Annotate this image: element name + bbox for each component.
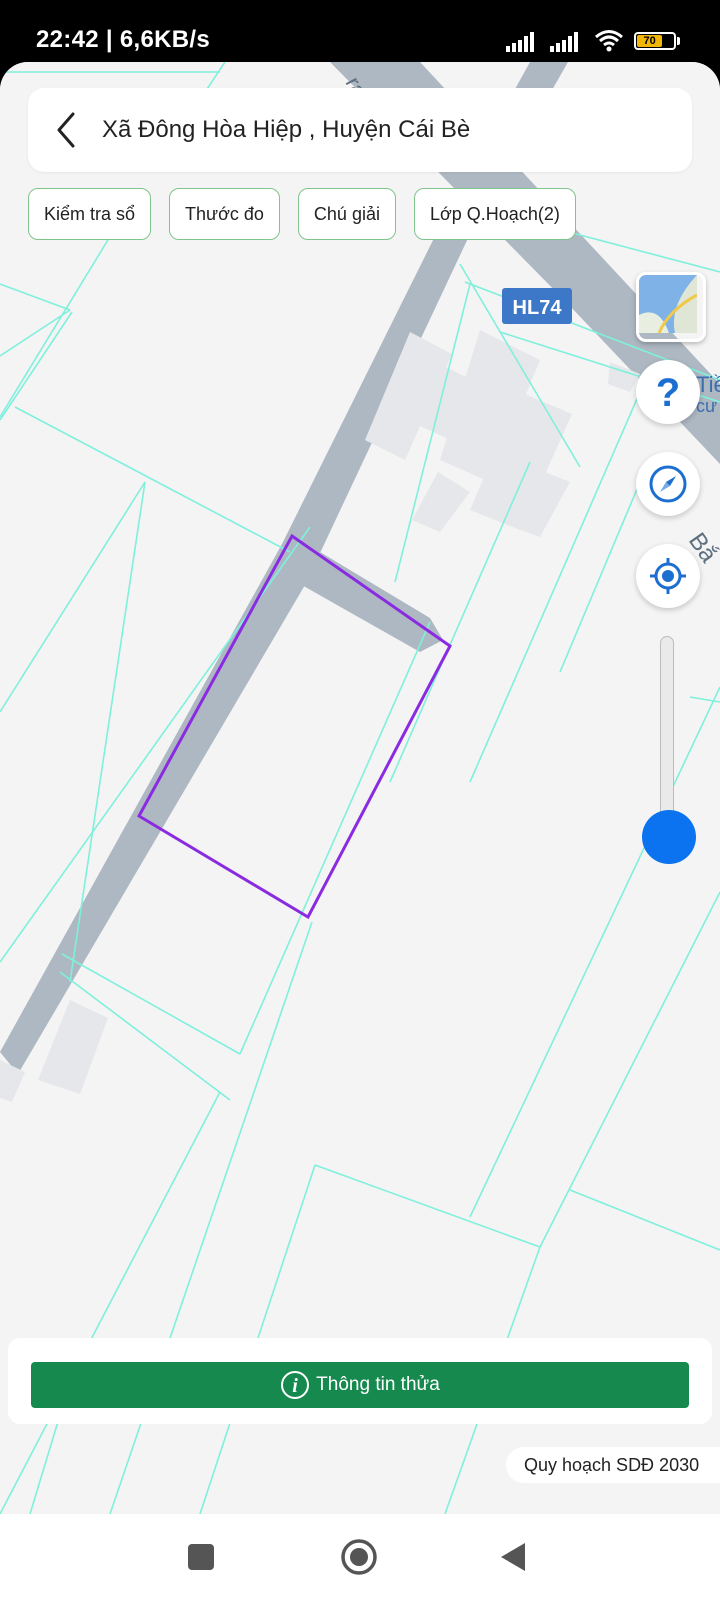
app-screen: HL74 Tiề cư Bắ ran Xã Đông Hòa Hiệp , Hu…: [0, 62, 720, 1514]
wifi-icon: [595, 30, 623, 52]
svg-text:i: i: [292, 1375, 298, 1397]
system-nav-bar: [0, 1514, 720, 1600]
planning-layer-chip[interactable]: Lớp Q.Hoạch(2): [413, 188, 576, 240]
measure-chip[interactable]: Thước đo: [169, 188, 280, 240]
info-icon: i: [281, 1371, 310, 1399]
road-shield-badge: HL74: [502, 288, 572, 324]
help-button[interactable]: ?: [636, 360, 700, 424]
zoom-slider-track[interactable]: [660, 636, 674, 836]
header-bar: Xã Đông Hòa Hiệp , Huyện Cái Bè: [28, 88, 692, 172]
locate-icon: [650, 558, 686, 594]
status-icons: 70: [506, 26, 680, 56]
signal-icon-2: [550, 32, 578, 52]
home-circle-icon: [341, 1539, 377, 1575]
planning-badge[interactable]: Quy hoạch SDĐ 2030: [506, 1447, 720, 1483]
zoom-slider-handle[interactable]: [642, 810, 696, 864]
triangle-back-icon: [501, 1543, 525, 1571]
battery-icon: 70: [634, 32, 680, 50]
square-icon: [188, 1544, 214, 1570]
road-shield-label: HL74: [513, 297, 563, 319]
bottom-panel: i Thông tin thửa: [8, 1338, 712, 1424]
compass-button[interactable]: [636, 452, 700, 516]
map-view[interactable]: HL74 Tiề cư Bắ ran: [0, 62, 720, 1514]
parcel-info-label: Thông tin thửa: [316, 1374, 440, 1395]
question-icon: ?: [656, 372, 680, 412]
battery-level: 70: [637, 35, 663, 47]
locate-button[interactable]: [636, 544, 700, 608]
home-button[interactable]: [336, 1534, 382, 1580]
back-button[interactable]: [32, 88, 100, 172]
recents-button[interactable]: [178, 1534, 224, 1580]
legend-chip[interactable]: Chú giải: [297, 188, 396, 240]
map-layer-toggle[interactable]: [636, 272, 706, 342]
compass-icon: [649, 465, 687, 503]
location-title: Xã Đông Hòa Hiệp , Huyện Cái Bè: [102, 116, 471, 143]
satellite-map-icon: [639, 275, 698, 334]
check-book-chip[interactable]: Kiểm tra sổ: [28, 188, 152, 240]
status-time-speed: 22:42 | 6,6KB/s: [36, 26, 210, 53]
parcel-info-button[interactable]: i Thông tin thửa: [31, 1362, 689, 1408]
svg-text:?: ?: [656, 372, 680, 412]
toolbar-chips: Kiểm tra sổ Thước đo Chú giải Lớp Q.Hoạc…: [28, 188, 576, 240]
signal-icon: [506, 32, 534, 52]
chevron-left-icon: [57, 112, 75, 148]
nav-back-button[interactable]: [490, 1534, 536, 1580]
